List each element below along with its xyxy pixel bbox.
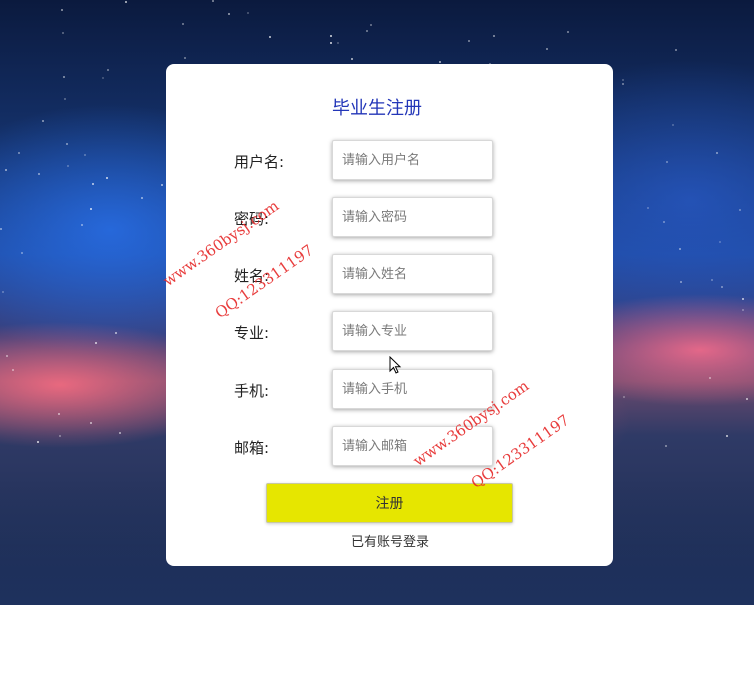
star-dot bbox=[711, 279, 713, 281]
star-dot bbox=[0, 228, 2, 230]
star-dot bbox=[493, 35, 495, 37]
star-dot bbox=[212, 0, 214, 2]
star-dot bbox=[719, 241, 721, 243]
phone-label: 手机: bbox=[234, 382, 270, 400]
username-input[interactable] bbox=[332, 140, 493, 180]
star-dot bbox=[37, 441, 39, 443]
star-dot bbox=[351, 58, 353, 60]
star-dot bbox=[66, 143, 68, 145]
star-dot bbox=[119, 432, 121, 434]
star-dot bbox=[709, 377, 711, 379]
star-dot bbox=[67, 165, 69, 167]
email-label: 邮箱: bbox=[234, 439, 270, 457]
star-dot bbox=[6, 355, 8, 357]
star-dot bbox=[59, 435, 61, 437]
password-input[interactable] bbox=[332, 197, 493, 237]
phone-input[interactable] bbox=[332, 369, 493, 409]
star-dot bbox=[182, 23, 184, 25]
star-dot bbox=[107, 69, 109, 71]
star-dot bbox=[81, 224, 83, 226]
star-dot bbox=[84, 154, 86, 156]
star-dot bbox=[106, 177, 108, 179]
star-dot bbox=[63, 76, 65, 78]
star-dot bbox=[92, 183, 94, 185]
star-dot bbox=[42, 120, 44, 122]
star-dot bbox=[726, 435, 728, 437]
star-dot bbox=[21, 252, 23, 254]
star-dot bbox=[61, 9, 63, 11]
star-dot bbox=[38, 173, 40, 175]
star-dot bbox=[366, 30, 368, 32]
star-dot bbox=[675, 49, 677, 51]
major-label: 专业: bbox=[234, 324, 270, 342]
star-dot bbox=[623, 396, 625, 398]
star-dot bbox=[567, 31, 569, 33]
star-dot bbox=[90, 422, 92, 424]
star-dot bbox=[672, 124, 674, 126]
star-dot bbox=[546, 48, 548, 50]
star-dot bbox=[228, 13, 230, 15]
star-dot bbox=[721, 286, 723, 288]
login-link[interactable]: 已有账号登录 bbox=[0, 531, 754, 550]
star-dot bbox=[12, 369, 14, 371]
star-dot bbox=[102, 77, 104, 79]
star-dot bbox=[58, 413, 60, 415]
name-input[interactable] bbox=[332, 254, 493, 294]
star-dot bbox=[663, 221, 665, 223]
star-dot bbox=[439, 61, 441, 63]
star-dot bbox=[161, 184, 163, 186]
star-dot bbox=[679, 248, 681, 250]
star-dot bbox=[742, 298, 744, 300]
star-dot bbox=[90, 208, 92, 210]
page-title: 毕业生注册 bbox=[332, 98, 422, 119]
star-dot bbox=[115, 332, 117, 334]
star-dot bbox=[666, 161, 668, 163]
star-dot bbox=[370, 24, 372, 26]
star-dot bbox=[337, 42, 339, 44]
major-input[interactable] bbox=[332, 311, 493, 351]
star-dot bbox=[742, 309, 744, 311]
star-dot bbox=[622, 79, 624, 81]
star-dot bbox=[2, 291, 4, 293]
star-dot bbox=[330, 35, 332, 37]
star-dot bbox=[184, 57, 186, 59]
star-dot bbox=[269, 36, 271, 38]
username-label: 用户名: bbox=[234, 153, 285, 171]
star-dot bbox=[746, 398, 748, 400]
star-dot bbox=[680, 281, 682, 283]
star-dot bbox=[665, 445, 667, 447]
star-dot bbox=[95, 342, 97, 344]
star-dot bbox=[468, 40, 470, 42]
star-dot bbox=[18, 152, 20, 154]
star-dot bbox=[330, 42, 332, 44]
star-dot bbox=[647, 207, 649, 209]
star-dot bbox=[141, 197, 143, 199]
star-dot bbox=[622, 83, 624, 85]
star-dot bbox=[247, 12, 249, 14]
star-dot bbox=[62, 32, 64, 34]
star-dot bbox=[716, 152, 718, 154]
star-dot bbox=[125, 1, 127, 3]
star-dot bbox=[5, 169, 7, 171]
mouse-pointer-icon bbox=[389, 356, 402, 374]
star-dot bbox=[739, 209, 741, 211]
